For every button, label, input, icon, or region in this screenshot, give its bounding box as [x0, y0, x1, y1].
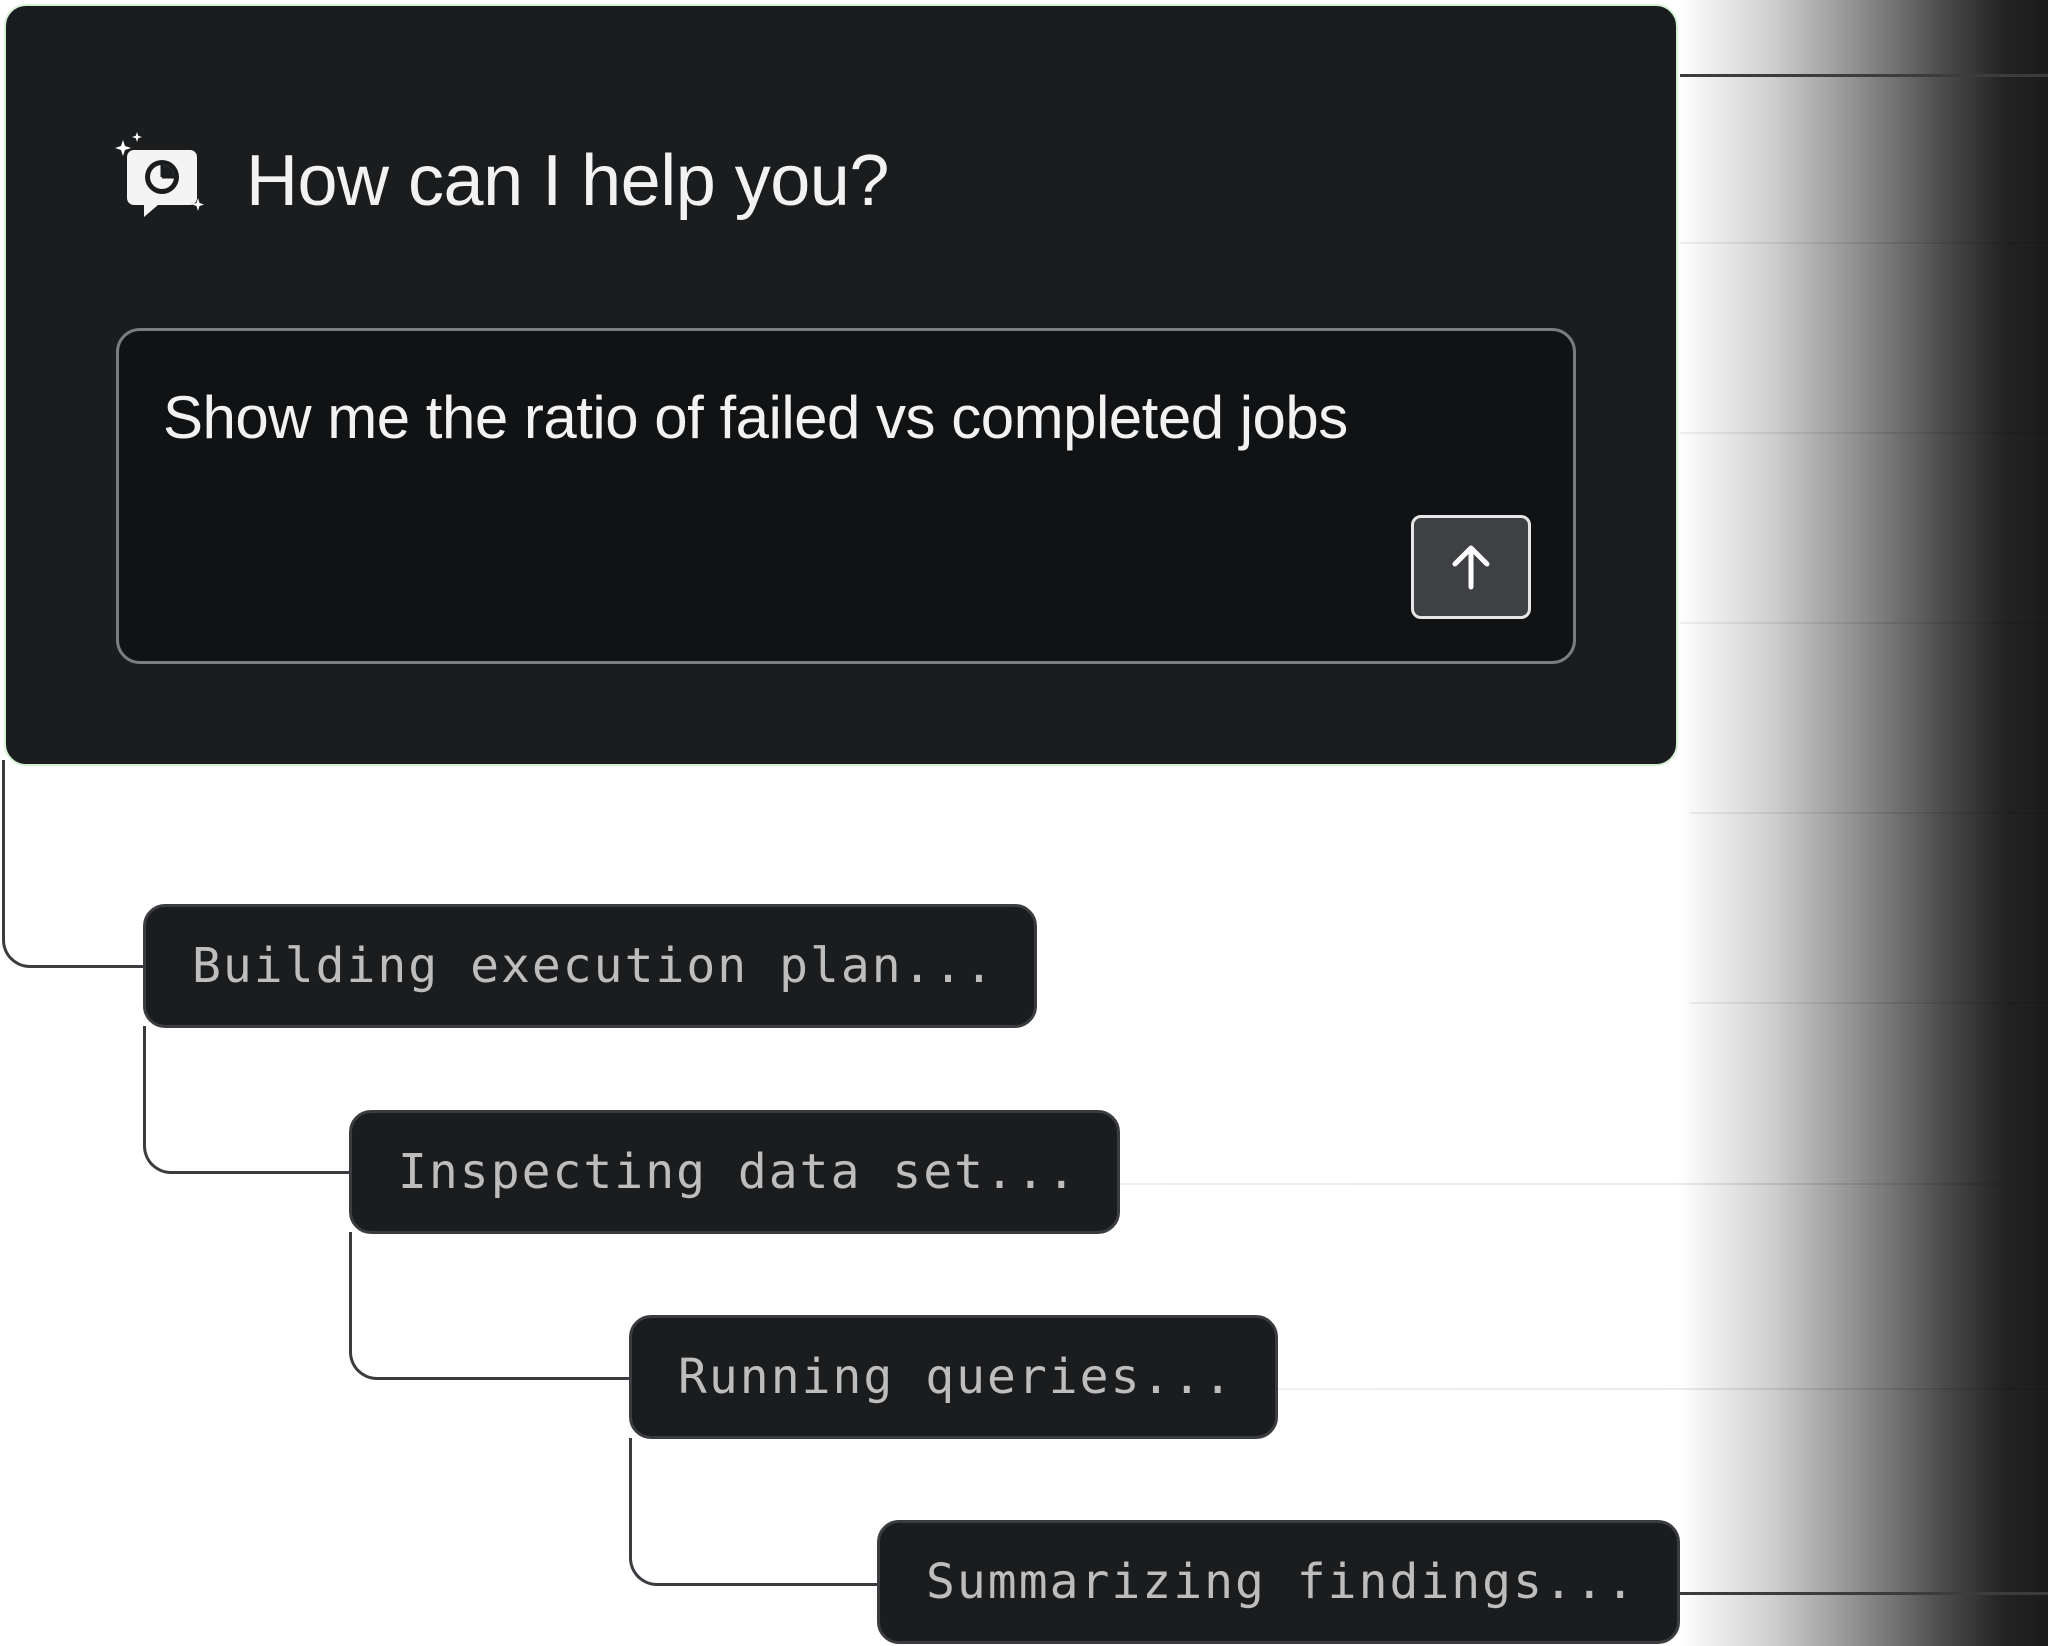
status-step-label: Running queries...	[678, 1349, 1235, 1405]
guide-line	[1118, 1183, 2048, 1185]
guide-line	[1680, 242, 2048, 244]
prompt-input[interactable]: Show me the ratio of failed vs completed…	[116, 328, 1576, 664]
prompt-input-value[interactable]: Show me the ratio of failed vs completed…	[163, 381, 1348, 455]
right-gradient-panel	[1680, 0, 2048, 1646]
status-step-label: Inspecting data set...	[398, 1144, 1078, 1200]
connector-line	[143, 1026, 351, 1174]
chat-pie-chart-sparkle-icon	[115, 132, 204, 217]
connector-line	[2, 760, 144, 968]
guide-line	[1276, 1388, 2048, 1390]
status-step-inspecting-data: Inspecting data set...	[349, 1110, 1120, 1234]
status-step-building-plan: Building execution plan...	[143, 904, 1037, 1028]
agent-progress-view: How can I help you? Show me the ratio of…	[0, 0, 2048, 1646]
connector-line	[349, 1232, 631, 1380]
page-title: How can I help you?	[246, 141, 889, 221]
assistant-card: How can I help you? Show me the ratio of…	[4, 4, 1678, 766]
status-step-label: Summarizing findings...	[926, 1554, 1637, 1610]
guide-line	[1680, 622, 2048, 624]
arrow-up-icon	[1452, 545, 1490, 590]
guide-line	[1690, 1002, 2048, 1004]
guide-line	[1678, 1592, 2048, 1595]
status-step-running-queries: Running queries...	[629, 1315, 1278, 1439]
send-button[interactable]	[1411, 515, 1531, 619]
guide-line	[1680, 74, 2048, 77]
status-step-label: Building execution plan...	[192, 938, 996, 994]
guide-line	[1680, 432, 2048, 434]
connector-line	[629, 1438, 879, 1586]
status-step-summarizing: Summarizing findings...	[877, 1520, 1680, 1644]
guide-line	[1690, 812, 2048, 814]
